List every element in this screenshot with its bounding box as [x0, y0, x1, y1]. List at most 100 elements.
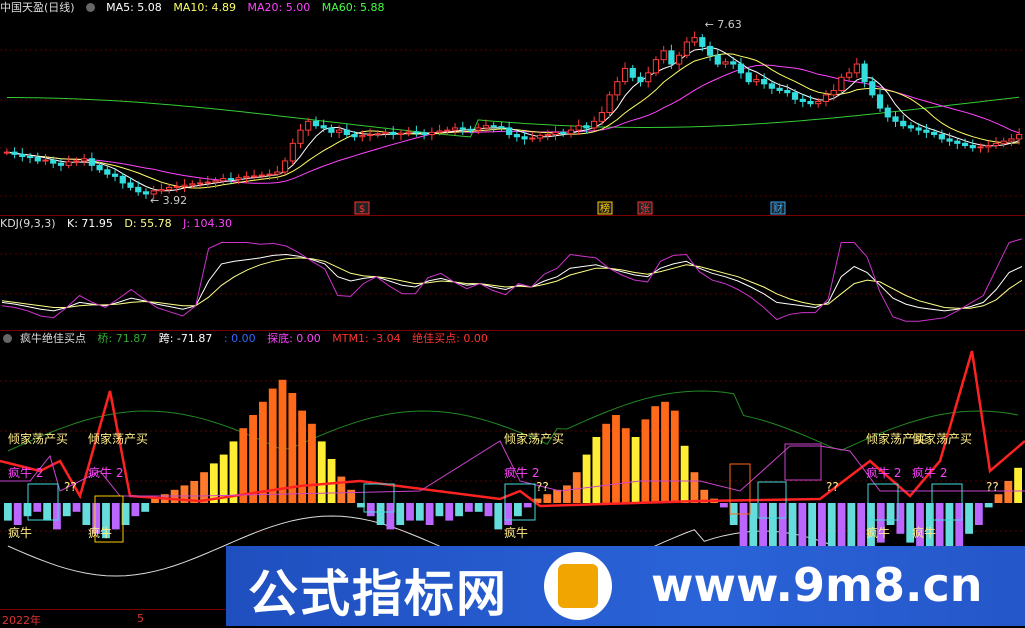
- candle: [861, 63, 868, 83]
- candle: [876, 94, 884, 109]
- indicator-bar: [543, 494, 552, 503]
- candle: [104, 169, 111, 175]
- candle: [822, 94, 830, 102]
- candle: [591, 120, 598, 129]
- indicator-bar: [514, 503, 522, 517]
- candle: [81, 158, 88, 162]
- indicator-bar: [582, 454, 591, 503]
- candle: [621, 67, 629, 83]
- candle: [421, 132, 428, 136]
- indicator-bar: [278, 379, 287, 503]
- candle: [266, 173, 273, 176]
- indicator-bar: [406, 503, 414, 521]
- kdj-d-label: D: 55.78: [124, 217, 172, 230]
- ma5-label: MA5: 5.08: [106, 1, 162, 14]
- candle: [660, 50, 667, 61]
- candle: [768, 83, 775, 89]
- candle: [575, 125, 582, 131]
- watermark-url: www.9m8.cn: [651, 558, 983, 612]
- candle: [459, 127, 466, 130]
- signal-label: 疯牛: [866, 525, 890, 540]
- candle: [521, 136, 528, 140]
- candle: [737, 63, 745, 74]
- indicator-bar: [661, 401, 669, 503]
- indicator-bar: [984, 503, 993, 508]
- price-panel[interactable]: ← 7.63 ← 3.92 $ 榜 张 财 中国天盈(日线) MA5: 5.08 MA10…: [0, 0, 1025, 215]
- signal-label: 疯牛 2: [912, 465, 947, 480]
- indicator-bar: [111, 503, 120, 530]
- event-badge-label: 财: [773, 202, 783, 215]
- candle: [50, 159, 57, 164]
- candle: [714, 54, 721, 65]
- candle: [1016, 134, 1023, 140]
- signal-label: 疯牛: [504, 525, 528, 540]
- indicator-bar: [494, 503, 503, 530]
- indicator-bar: [415, 503, 424, 521]
- indicator-bar: [641, 419, 650, 503]
- signal-label: 倾家荡产买: [912, 431, 972, 446]
- kdj-panel[interactable]: KDJ(9,3,3) K: 71.95 D: 55.78 J: 104.30: [0, 216, 1025, 330]
- signal-label: 疯牛 2: [8, 465, 43, 480]
- candle: [985, 145, 992, 148]
- signal-label: 疯牛: [88, 525, 112, 540]
- candle: [938, 134, 945, 140]
- kdj-chart[interactable]: [0, 216, 1025, 330]
- indicator-bar: [239, 428, 248, 503]
- candle: [676, 54, 683, 65]
- candle: [212, 180, 219, 183]
- candle: [529, 137, 536, 140]
- indicator-bar: [249, 415, 257, 503]
- candle: [135, 186, 142, 193]
- signal-label: 倾家荡产买: [8, 431, 68, 446]
- candle: [351, 134, 358, 138]
- candle: [428, 131, 435, 136]
- candle: [19, 153, 26, 158]
- indicator-bar: [484, 503, 493, 517]
- candle: [328, 127, 335, 133]
- indicator-bar: [651, 406, 660, 503]
- signal-label: ??: [536, 480, 549, 494]
- signal-label: 疯牛 2: [88, 465, 123, 480]
- price-chart[interactable]: ← 7.63 ← 3.92 $ 榜 张 财: [0, 0, 1025, 215]
- candle: [544, 134, 551, 137]
- signal-label: 疯牛: [8, 525, 32, 540]
- indicator-bar: [563, 485, 571, 503]
- candle: [536, 134, 544, 139]
- candle: [552, 131, 559, 136]
- ind-title: 疯牛绝佳买点: [20, 332, 86, 345]
- candle: [119, 175, 126, 184]
- indicator-bar: [141, 503, 150, 512]
- indicator-bar: [621, 428, 630, 503]
- signal-label: 疯牛 2: [866, 465, 901, 480]
- candle: [498, 126, 505, 129]
- indicator-bar: [631, 437, 640, 503]
- candle: [251, 175, 258, 178]
- candle: [11, 151, 18, 155]
- indicator-bar: [396, 503, 405, 525]
- settings-dot-icon[interactable]: [85, 3, 95, 12]
- candle: [467, 128, 474, 131]
- ma20-line: [6, 64, 1020, 184]
- candle: [853, 63, 860, 74]
- candle: [436, 130, 443, 133]
- candle: [791, 92, 799, 100]
- candle: [846, 72, 853, 78]
- indicator-bar: [268, 388, 277, 503]
- candle: [598, 112, 605, 122]
- indicator-bar: [53, 503, 61, 530]
- indicator-bar: [994, 494, 1003, 503]
- ind-qiao-label: 桥: 71.87: [97, 332, 148, 345]
- settings-dot-icon[interactable]: [3, 334, 12, 343]
- candle: [776, 87, 783, 91]
- ma60-label: MA60: 5.88: [321, 1, 385, 14]
- candle: [65, 161, 72, 166]
- ind-buy-label: 绝佳买点: 0.00: [412, 332, 488, 345]
- candle: [637, 76, 644, 83]
- candle: [359, 134, 366, 138]
- candle: [745, 72, 752, 83]
- candle: [444, 129, 451, 132]
- indicator-bar: [298, 410, 307, 503]
- candle: [799, 98, 806, 102]
- indicator-bar: [455, 503, 463, 517]
- candle: [189, 183, 196, 186]
